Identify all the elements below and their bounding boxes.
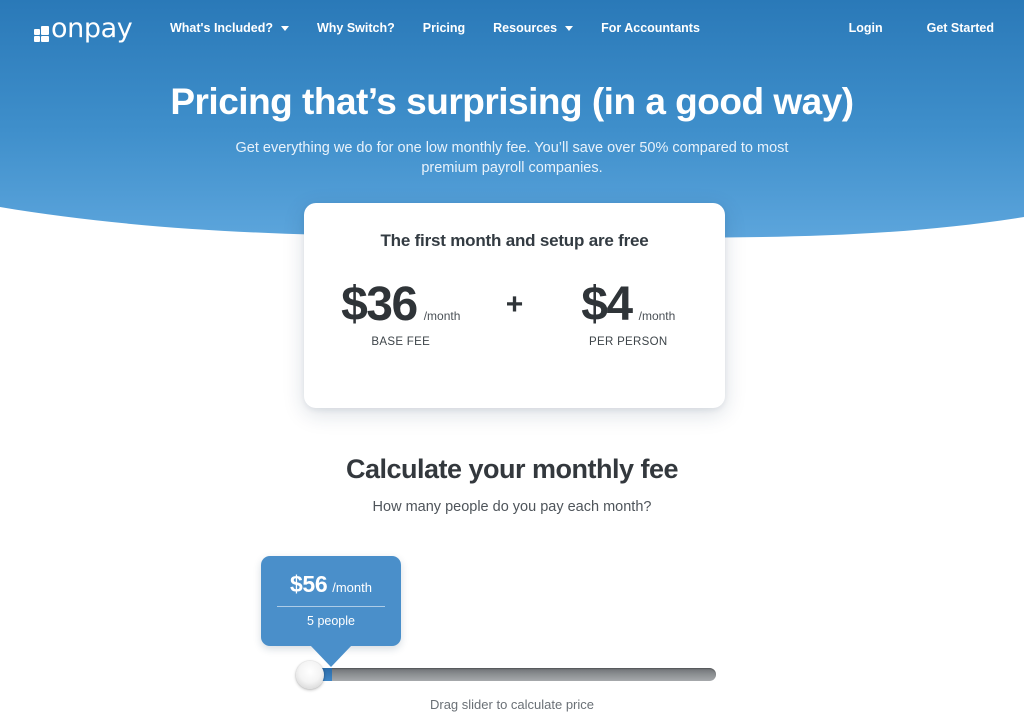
login-label: Login bbox=[848, 21, 883, 35]
nav-item-resources[interactable]: Resources bbox=[479, 0, 587, 56]
onpay-logo[interactable]: onpay bbox=[34, 13, 133, 44]
pricing-card: The first month and setup are free $36 /… bbox=[304, 203, 725, 408]
nav-item-label: For Accountants bbox=[601, 21, 700, 35]
people-count-slider[interactable] bbox=[296, 661, 716, 689]
onpay-logo-mark-icon bbox=[34, 24, 50, 42]
onpay-logo-text: onpay bbox=[51, 13, 133, 44]
chevron-down-icon bbox=[565, 25, 574, 31]
nav-item-label: Pricing bbox=[422, 21, 466, 35]
base-fee-amount-row: $36 /month bbox=[326, 281, 476, 329]
get-started-button[interactable]: Get Started bbox=[905, 0, 994, 56]
nav-right-actions: Login Get Started bbox=[827, 0, 994, 56]
chevron-down-icon bbox=[280, 25, 289, 31]
per-person-amount: $4 bbox=[581, 278, 633, 331]
pricing-page: onpay What's Included? Why Switch? Prici… bbox=[0, 0, 1024, 723]
page-title: Pricing that’s surprising (in a good way… bbox=[170, 81, 854, 122]
base-fee-label: BASE FEE bbox=[371, 336, 431, 348]
per-person-fee-block: $4 /month PER PERSON bbox=[553, 281, 703, 349]
per-person-amount-row: $4 /month bbox=[553, 281, 703, 329]
tooltip-people-count: 5 people bbox=[307, 614, 355, 628]
login-link[interactable]: Login bbox=[827, 0, 905, 56]
nav-item-pricing[interactable]: Pricing bbox=[409, 0, 479, 56]
slider-caption: Drag slider to calculate price bbox=[429, 697, 595, 712]
pricing-breakdown: $36 /month BASE FEE + $4 /month PER PERS… bbox=[304, 281, 725, 349]
nav-item-whats-included[interactable]: What's Included? bbox=[170, 0, 303, 56]
calculator-subtitle: How many people do you pay each month? bbox=[372, 499, 652, 515]
tooltip-price-row: $56/month bbox=[261, 571, 401, 598]
get-started-label: Get Started bbox=[926, 21, 994, 35]
nav-item-why-switch[interactable]: Why Switch? bbox=[303, 0, 409, 56]
page-subtitle: Get everything we do for one low monthly… bbox=[235, 140, 789, 176]
tooltip-period: /month bbox=[332, 580, 372, 595]
tooltip-amount: $56 bbox=[290, 571, 328, 597]
tooltip-divider bbox=[277, 606, 385, 607]
base-fee-block: $36 /month BASE FEE bbox=[326, 281, 476, 349]
slider-value-tooltip: $56/month 5 people bbox=[261, 556, 401, 646]
base-fee-period: /month bbox=[423, 309, 461, 323]
calculator-title: Calculate your monthly fee bbox=[345, 454, 679, 484]
per-person-period: /month bbox=[638, 309, 676, 323]
nav-links: What's Included? Why Switch? Pricing Res… bbox=[170, 0, 714, 56]
nav-item-label: Resources bbox=[493, 21, 558, 35]
plus-operator: + bbox=[505, 288, 524, 321]
per-person-label: PER PERSON bbox=[589, 336, 668, 348]
slider-track[interactable] bbox=[310, 668, 716, 681]
nav-item-label: What's Included? bbox=[170, 21, 273, 35]
pricing-card-title: The first month and setup are free bbox=[380, 231, 649, 250]
slider-handle[interactable] bbox=[296, 661, 324, 689]
top-navigation-bar: onpay What's Included? Why Switch? Prici… bbox=[0, 0, 1024, 56]
nav-item-label: Why Switch? bbox=[316, 21, 395, 35]
base-fee-amount: $36 bbox=[341, 278, 418, 331]
nav-item-for-accountants[interactable]: For Accountants bbox=[587, 0, 714, 56]
